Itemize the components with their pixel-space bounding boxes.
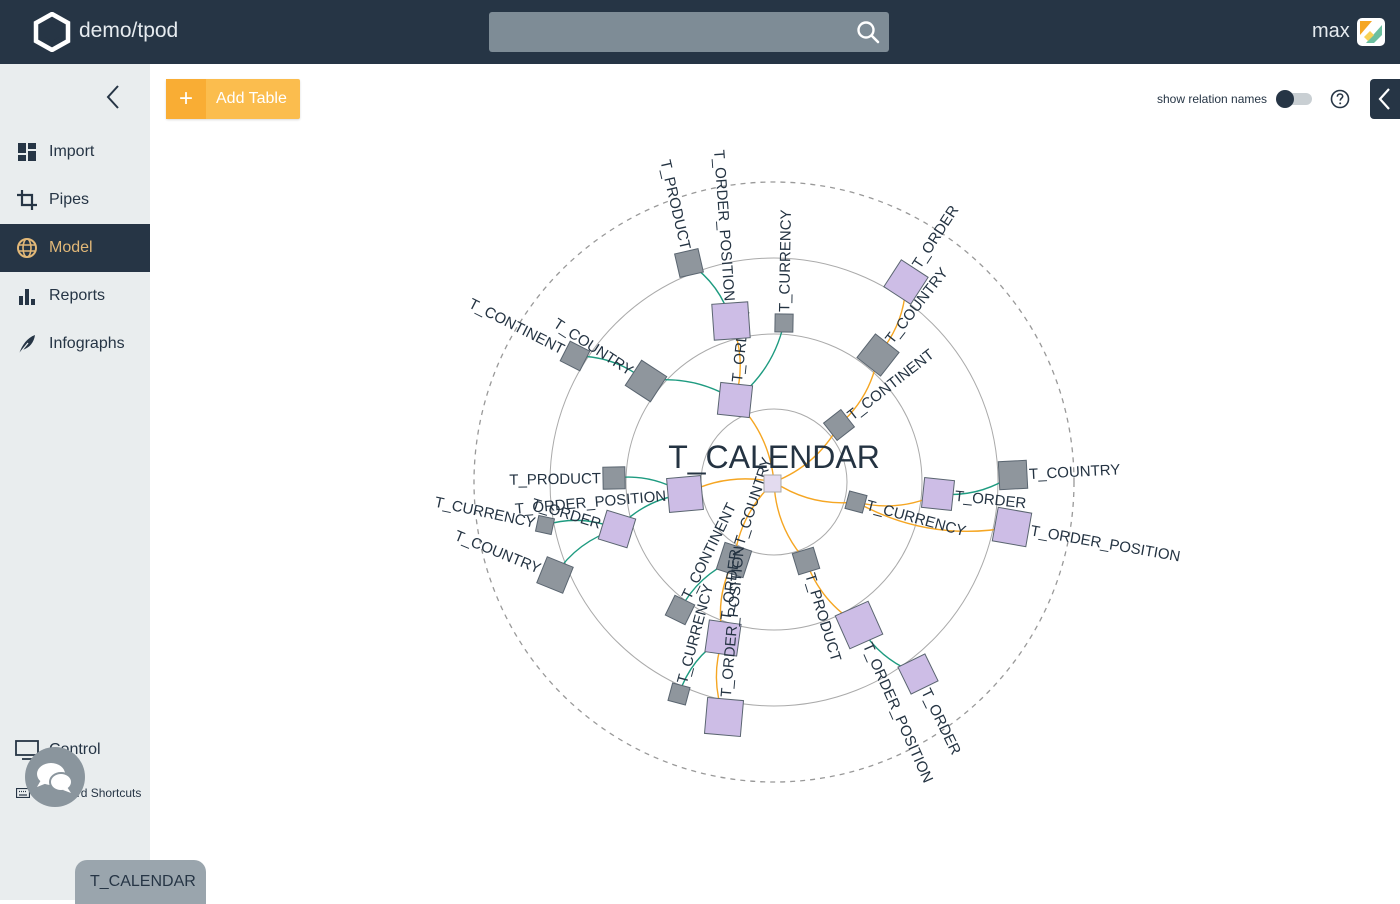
table-node-label: T_PRODUCT <box>656 158 693 251</box>
chat-bubbles-icon <box>37 763 73 793</box>
table-node-t-order[interactable] <box>716 381 754 419</box>
logo-icon[interactable] <box>32 12 72 52</box>
table-node-label: T_ORDER_POSITION <box>710 149 738 302</box>
table-node-t-order-position[interactable] <box>711 301 751 341</box>
table-node-t-order-position[interactable] <box>703 696 745 738</box>
table-node-t-product[interactable] <box>602 466 626 490</box>
table-node-t-currency[interactable] <box>844 490 868 514</box>
table-node-box <box>602 466 626 490</box>
sidebar-item-label: Reports <box>49 287 106 304</box>
table-node-box <box>997 459 1029 491</box>
sidebar-item-infographs[interactable]: Infographs <box>0 320 150 368</box>
relation-edge <box>773 481 807 562</box>
center-table-label: T_CALENDAR <box>668 439 880 475</box>
top-bar: demo/tpod max <box>0 0 1400 64</box>
sidebar-item-label: Infographs <box>49 335 125 352</box>
bar-chart-icon <box>19 289 35 305</box>
sidebar-item-model[interactable]: Model <box>0 224 150 272</box>
table-node-label: T_ORDER <box>954 488 1027 512</box>
table-node-box <box>844 490 868 514</box>
table-node-t-country[interactable] <box>997 459 1029 491</box>
table-node-label: T_ORDER <box>917 686 964 758</box>
relation-graph[interactable]: T_ORDERT_ORDER_POSITIONT_PRODUCTT_CURREN… <box>150 64 1400 900</box>
sidebar-item-label: Model <box>49 239 93 256</box>
table-node-box <box>534 514 556 536</box>
search-input[interactable] <box>489 12 889 52</box>
sidebar-item-import[interactable]: Import <box>0 128 150 176</box>
table-node-box <box>703 696 745 738</box>
table-node-t-product[interactable] <box>674 248 704 278</box>
feather-icon <box>18 335 35 355</box>
search-icon[interactable] <box>855 19 881 45</box>
user-name[interactable]: max <box>1312 20 1350 43</box>
crop-icon <box>17 190 37 210</box>
sidebar-item-label: Import <box>49 143 95 160</box>
table-node-label: T_ORDER_POSITION <box>1029 522 1181 565</box>
sidebar-item-pipes[interactable]: Pipes <box>0 176 150 224</box>
table-node-t-order-position[interactable] <box>666 475 704 513</box>
table-node-t-currency[interactable] <box>534 514 556 536</box>
table-node-label: T_ORDER <box>909 202 962 272</box>
project-name[interactable]: demo/tpod <box>79 19 178 43</box>
center-node[interactable] <box>763 474 782 493</box>
table-node-box <box>667 682 691 706</box>
table-node-label: T_COUNTRY <box>452 527 543 577</box>
chat-button[interactable] <box>25 747 85 807</box>
table-node-label: T_PRODUCT <box>509 470 601 489</box>
dashboard-icon <box>18 143 36 161</box>
sidebar-item-reports[interactable]: Reports <box>0 272 150 320</box>
table-node-box <box>711 301 751 341</box>
table-node-box <box>674 248 704 278</box>
table-node-box <box>666 475 704 513</box>
relation-edge <box>773 481 857 504</box>
table-node-t-currency[interactable] <box>667 682 691 706</box>
table-node-box <box>991 506 1033 548</box>
table-node-t-currency[interactable] <box>774 313 794 333</box>
table-node-label: T_CURRENCY <box>776 209 795 312</box>
table-node-t-order[interactable] <box>920 476 956 512</box>
user-avatar-icon[interactable] <box>1356 17 1386 47</box>
table-node-box <box>920 476 956 512</box>
table-node-label: T_COUNTRY <box>1029 461 1121 483</box>
collapse-sidebar-chevron-icon[interactable] <box>102 84 126 110</box>
globe-icon <box>17 238 37 258</box>
sidebar-item-label: Pipes <box>49 191 90 208</box>
table-node-t-order-position[interactable] <box>991 506 1033 548</box>
table-node-box <box>716 381 754 419</box>
table-node-box <box>774 313 794 333</box>
